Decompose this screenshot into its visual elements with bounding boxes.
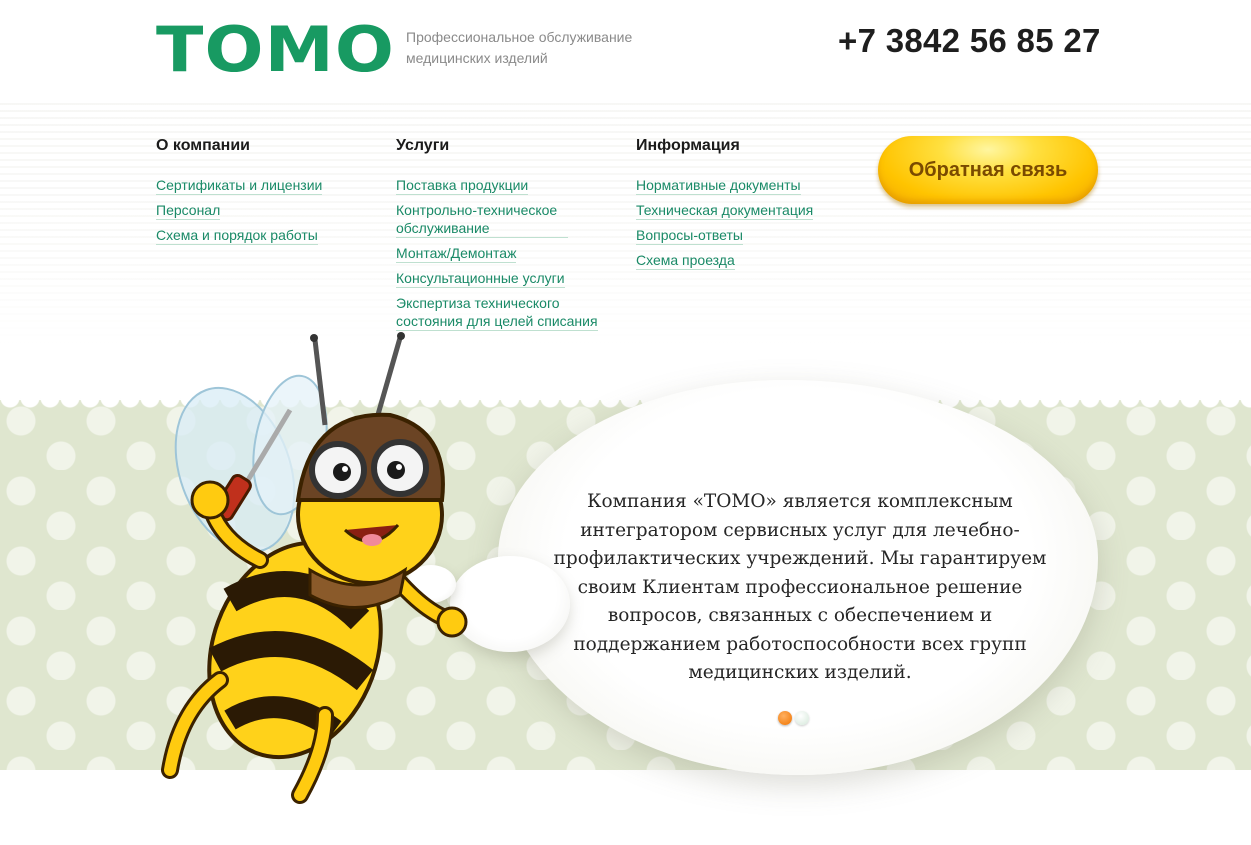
nav-heading-services: Услуги [396, 137, 450, 154]
nav-link-directions[interactable]: Схема проезда [636, 251, 735, 270]
nav-link-certificates[interactable]: Сертификаты и лицензии [156, 176, 323, 195]
logo[interactable]: ТОМО [156, 18, 395, 82]
nav-link-installation[interactable]: Монтаж/Демонтаж [396, 244, 517, 263]
nav-link-expertise[interactable]: Экспертиза технического состояния для це… [396, 294, 598, 331]
slider-dot-1[interactable] [778, 711, 792, 725]
nav-column-info: Информация Нормативные документы Техниче… [636, 137, 814, 276]
slider-dots [778, 711, 809, 725]
nav-link-workflow[interactable]: Схема и порядок работы [156, 226, 318, 245]
tagline-line1: Профессиональное обслуживание [406, 29, 633, 45]
nav-link-consulting[interactable]: Консультационные услуги [396, 269, 565, 288]
nav-column-services: Услуги Поставка продукции Контрольно-тех… [396, 137, 598, 337]
tagline-line2: медицинских изделий [406, 50, 548, 66]
nav-link-supply[interactable]: Поставка продукции [396, 176, 529, 195]
bee-mascot-icon [161, 332, 468, 804]
phone-number: +7 3842 56 85 27 [838, 22, 1101, 59]
hero-text: Компания «ТОМО» является комплексным инт… [553, 491, 1047, 683]
nav-column-company: О компании Сертификаты и лицензии Персон… [156, 137, 323, 251]
nav-link-faq[interactable]: Вопросы-ответы [636, 226, 743, 245]
slider-dot-2[interactable] [795, 711, 809, 725]
nav-heading-info: Информация [636, 137, 740, 154]
nav-link-tech-docs[interactable]: Техническая документация [636, 201, 814, 220]
nav-link-maintenance[interactable]: Контрольно-техническое обслуживание [396, 201, 568, 238]
nav-link-staff[interactable]: Персонал [156, 201, 221, 220]
tagline: Профессиональное обслуживание медицински… [406, 27, 666, 69]
feedback-button[interactable]: Обратная связь [878, 136, 1098, 204]
nav-link-regulatory[interactable]: Нормативные документы [636, 176, 801, 195]
nav-heading-company: О компании [156, 137, 250, 154]
